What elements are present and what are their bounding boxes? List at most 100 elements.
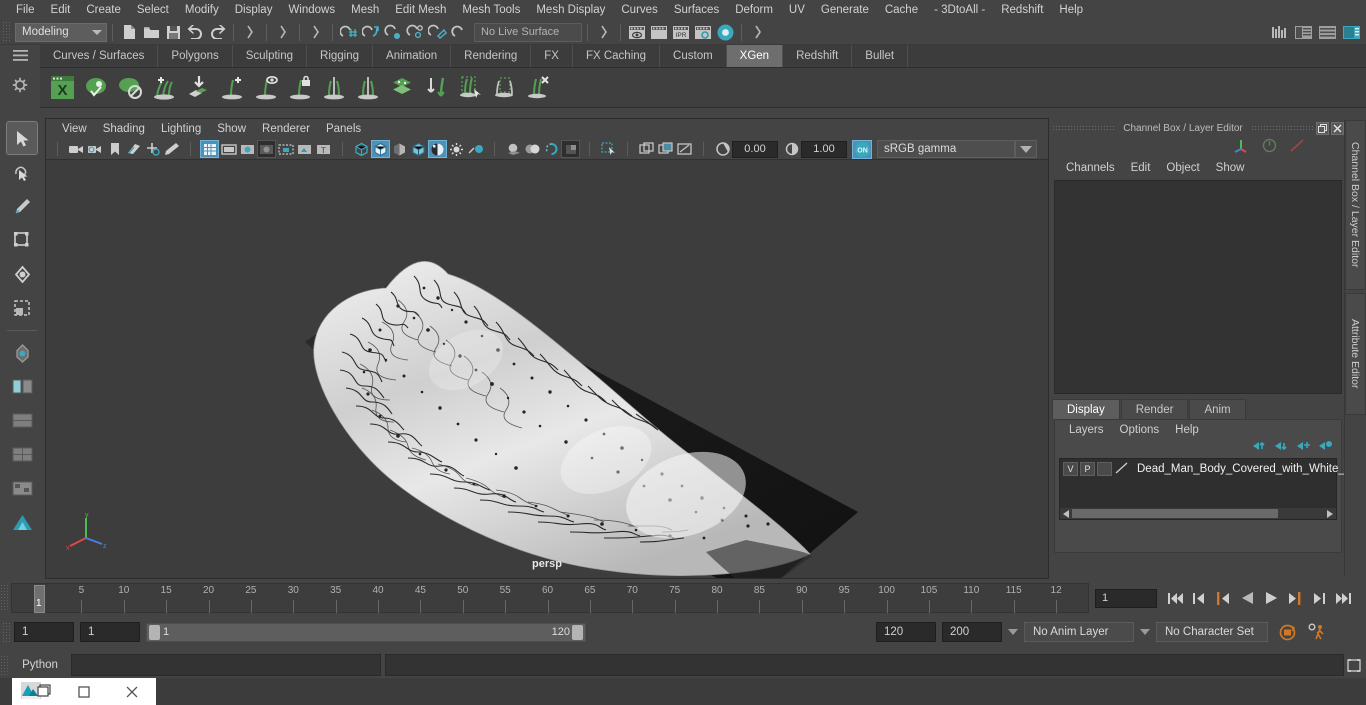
four-pane-icon[interactable] — [675, 140, 694, 158]
grease-pencil-icon[interactable] — [162, 140, 181, 158]
render-settings-button[interactable] — [692, 21, 714, 43]
redo-button[interactable] — [206, 21, 228, 43]
menu-create[interactable]: Create — [78, 0, 129, 20]
range-right-handle[interactable] — [572, 624, 583, 640]
layer-color-swatch[interactable] — [1114, 462, 1130, 476]
menu-set-selector[interactable]: Modeling — [15, 22, 107, 42]
layer-name[interactable]: Dead_Man_Body_Covered_with_White_Sh — [1134, 463, 1359, 475]
field-chart-icon[interactable] — [276, 140, 295, 158]
current-frame-field[interactable]: 1 — [1095, 588, 1157, 608]
menu-help[interactable]: Help — [1051, 0, 1091, 20]
manipulator-axis-icon[interactable] — [1233, 137, 1250, 157]
gamma-icon[interactable] — [782, 140, 801, 158]
viewport-menu-panels[interactable]: Panels — [318, 119, 369, 139]
new-layer-from-selected-icon[interactable] — [1318, 440, 1333, 455]
multisample-icon[interactable] — [561, 140, 580, 158]
play-forwards-icon[interactable] — [1261, 588, 1281, 608]
menu-modify[interactable]: Modify — [177, 0, 227, 20]
show-hide-attribute-editor-icon[interactable] — [1292, 21, 1314, 43]
snap-to-grid-button[interactable] — [338, 21, 360, 43]
menu-uv[interactable]: UV — [781, 0, 813, 20]
shelf-tab-curves-surfaces[interactable]: Curves / Surfaces — [40, 45, 159, 67]
save-scene-button[interactable] — [162, 21, 184, 43]
wireframe-on-shaded-icon[interactable] — [409, 140, 428, 158]
range-left-handle[interactable] — [149, 624, 160, 640]
menu-mesh-display[interactable]: Mesh Display — [528, 0, 613, 20]
menu-generate[interactable]: Generate — [813, 0, 877, 20]
color-management-dropdown-arrow[interactable] — [1015, 140, 1037, 158]
viewport-canvas[interactable]: y x z persp — [46, 160, 1048, 578]
restore-icon[interactable] — [1316, 121, 1330, 135]
open-scene-button[interactable] — [140, 21, 162, 43]
camera-attributes-icon[interactable] — [86, 140, 105, 158]
snap-to-curve-button[interactable] — [360, 21, 382, 43]
rotate-tool[interactable] — [7, 258, 37, 290]
shelf-tab-animation[interactable]: Animation — [373, 45, 452, 67]
xgen-layer-icon[interactable] — [386, 72, 418, 104]
select-component-button[interactable] — [305, 21, 327, 43]
character-set-dropdown-arrow[interactable] — [1140, 629, 1150, 635]
animation-preferences-icon[interactable] — [1307, 623, 1327, 642]
status-line-grip[interactable] — [2, 21, 11, 43]
layer-visibility-toggle[interactable]: V — [1063, 461, 1078, 476]
select-tool[interactable] — [6, 121, 38, 155]
xgen-select-primitives-icon[interactable] — [454, 72, 486, 104]
anim-layer-field[interactable]: No Anim Layer — [1024, 622, 1134, 642]
shelf-tab-xgen[interactable]: XGen — [726, 45, 784, 67]
script-editor-icon[interactable] — [1346, 658, 1362, 673]
app-thumbnail-icon[interactable] — [12, 682, 60, 701]
toggle-editors-button[interactable] — [593, 21, 615, 43]
viewport-menu-show[interactable]: Show — [209, 119, 254, 139]
redo-render-button[interactable] — [648, 21, 670, 43]
xgen-guide-visibility-icon[interactable] — [250, 72, 282, 104]
xgen-delete-guide-icon[interactable] — [522, 72, 554, 104]
show-menu[interactable]: Show — [1208, 162, 1253, 174]
panel-grip-left[interactable] — [1052, 124, 1116, 132]
layers-menu[interactable]: Layers — [1061, 424, 1112, 436]
step-forward-frame-icon[interactable] — [1285, 588, 1305, 608]
bookmark-icon[interactable] — [105, 140, 124, 158]
layer-playback-toggle[interactable]: P — [1080, 461, 1095, 476]
scale-tool[interactable] — [7, 292, 37, 324]
shelf-tab-custom[interactable]: Custom — [660, 45, 727, 67]
menu-display[interactable]: Display — [227, 0, 281, 20]
menu-mesh-tools[interactable]: Mesh Tools — [454, 0, 528, 20]
object-menu[interactable]: Object — [1158, 162, 1207, 174]
scroll-left-arrow[interactable] — [1060, 509, 1072, 518]
menu-curves[interactable]: Curves — [613, 0, 665, 20]
scrollbar-thumb[interactable] — [1072, 509, 1278, 518]
xray-icon[interactable] — [428, 140, 447, 158]
auto-keyframe-icon[interactable] — [1278, 623, 1297, 642]
shelf-tab-bullet[interactable]: Bullet — [852, 45, 909, 67]
anim-end-field[interactable]: 200 — [942, 622, 1002, 642]
snap-to-point-button[interactable] — [382, 21, 404, 43]
shelf-tab-menu-button[interactable] — [12, 49, 29, 65]
shelf-tab-polygons[interactable]: Polygons — [158, 45, 233, 67]
menu-windows[interactable]: Windows — [280, 0, 343, 20]
xgen-multi-guide-icon[interactable] — [352, 72, 384, 104]
xgen-disable-preview-icon[interactable] — [114, 72, 146, 104]
anim-layer-dropdown-arrow[interactable] — [1008, 629, 1018, 635]
screen-space-ao-icon[interactable] — [523, 140, 542, 158]
color-management-selector[interactable]: sRGB gamma — [877, 140, 1015, 158]
viewport-menu-view[interactable]: View — [54, 119, 95, 139]
menu-cache[interactable]: Cache — [877, 0, 926, 20]
script-language-label[interactable]: Python — [9, 659, 71, 671]
shadows-icon[interactable] — [504, 140, 523, 158]
menu-edit[interactable]: Edit — [43, 0, 79, 20]
step-forward-keyframe-icon[interactable] — [1309, 588, 1329, 608]
tab-render[interactable]: Render — [1120, 399, 1189, 419]
layer-list-scrollbar[interactable] — [1060, 508, 1336, 519]
select-hierarchy-button[interactable] — [239, 21, 261, 43]
live-surface-field[interactable]: No Live Surface — [474, 22, 582, 42]
snap-to-view-plane-button[interactable] — [426, 21, 448, 43]
film-gate-icon[interactable] — [219, 140, 238, 158]
layer-list[interactable]: V P Dead_Man_Body_Covered_with_White_Sh — [1059, 458, 1359, 520]
grid-toggle-icon[interactable] — [200, 140, 219, 158]
xgen-mirror-guide-icon[interactable] — [318, 72, 350, 104]
color-management-toggle[interactable]: ON — [852, 139, 872, 159]
select-object-button[interactable] — [272, 21, 294, 43]
xray-joints-icon[interactable] — [447, 140, 466, 158]
range-bar[interactable]: 1 120 — [146, 622, 586, 642]
close-icon[interactable] — [1331, 121, 1345, 135]
